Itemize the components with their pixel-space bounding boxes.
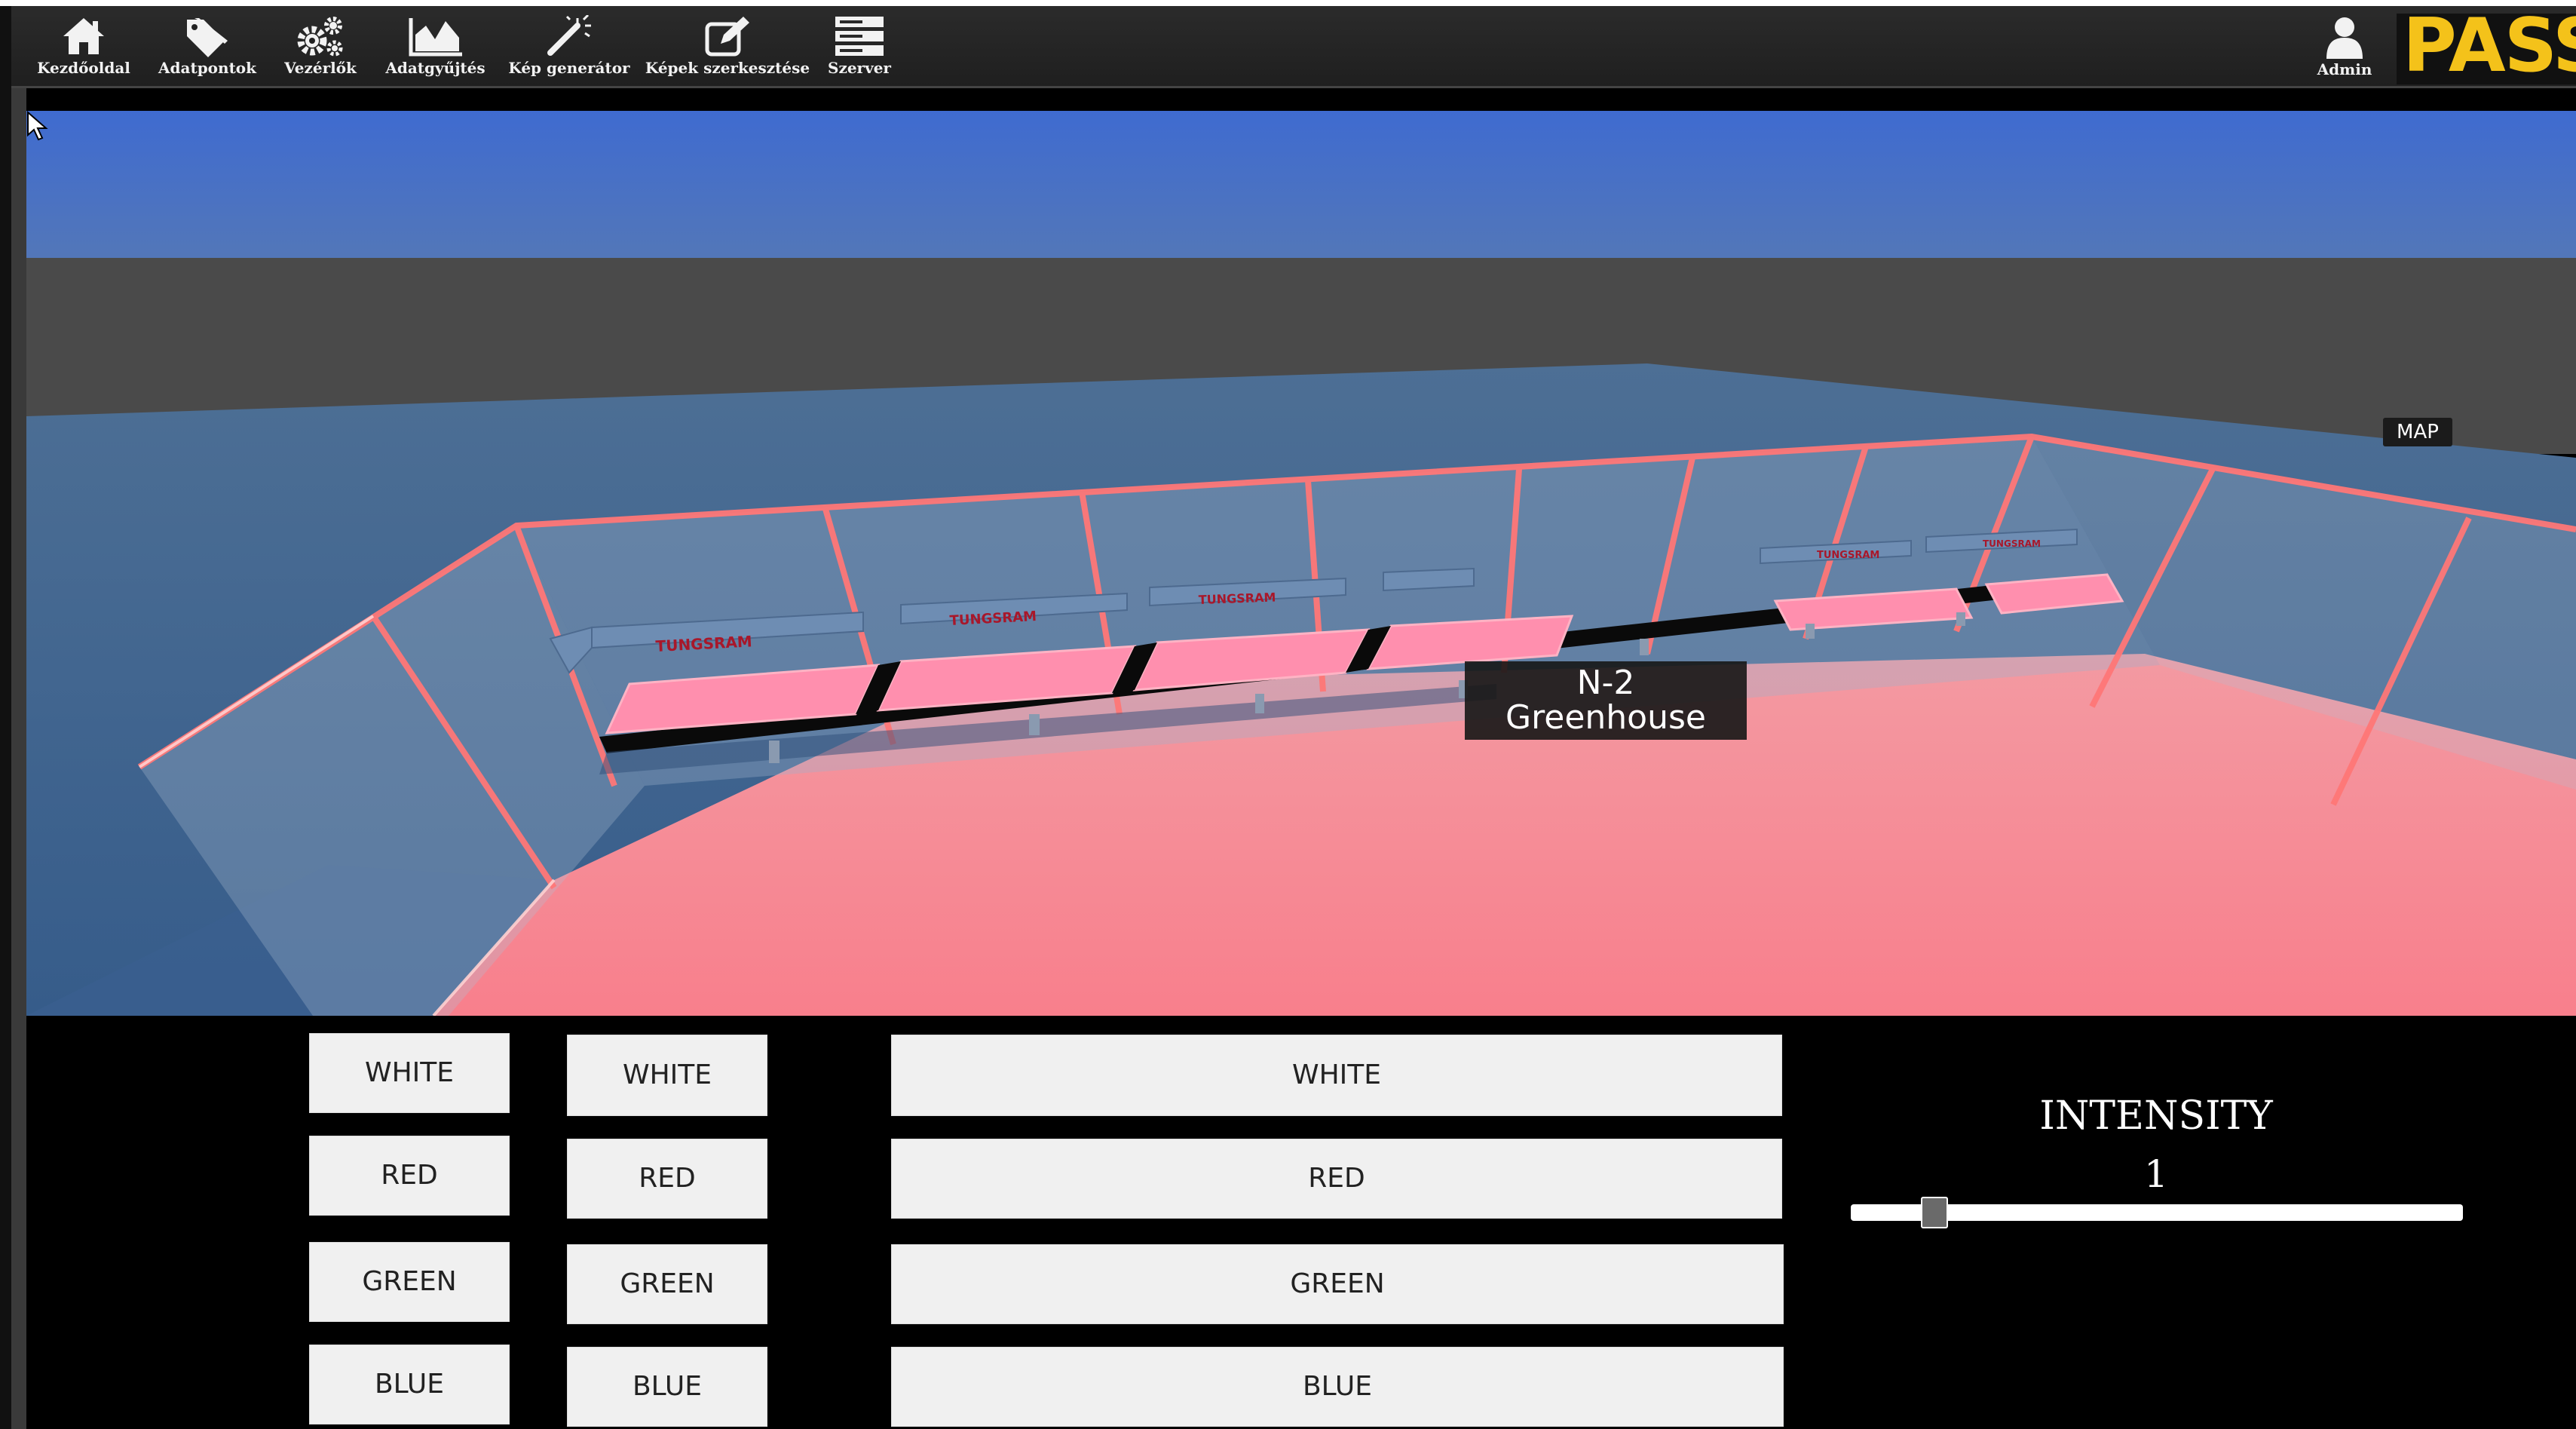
col2-red-button[interactable]: RED (567, 1139, 767, 1219)
intensity-value: 1 (2144, 1152, 2168, 1196)
col1-blue-button[interactable]: BLUE (309, 1345, 510, 1424)
col3-red-button[interactable]: RED (891, 1139, 1782, 1219)
mouse-cursor-icon (27, 111, 48, 141)
area-chart-icon (409, 18, 462, 57)
nav-server-label: Szerver (828, 59, 891, 77)
top-toolbar: Kezdőoldal Adatpontok Vezérlők Adatgyűjt… (11, 6, 2576, 88)
nav-controllers-label: Vezérlők (284, 59, 357, 77)
nav-image-generator-label: Kép generátor (508, 59, 630, 77)
col1-white-button[interactable]: WHITE (309, 1033, 510, 1113)
left-rail (0, 6, 11, 1429)
nav-datapoints[interactable]: Adatpontok (147, 11, 268, 83)
home-icon (63, 18, 104, 54)
user-menu[interactable]: Admin (2303, 11, 2386, 83)
col2-green-button[interactable]: GREEN (567, 1244, 767, 1324)
left-rail-inner (11, 87, 26, 1429)
gears-icon (297, 17, 343, 57)
greenhouse-label-name: Greenhouse (1505, 698, 1706, 737)
nav-datapoints-label: Adatpontok (158, 59, 256, 77)
edit-icon (705, 17, 749, 57)
nav-server[interactable]: Szerver (818, 11, 901, 83)
col1-green-button[interactable]: GREEN (309, 1242, 510, 1322)
user-menu-label: Admin (2317, 60, 2372, 78)
greenhouse-scene: TUNGSRAM TUNGSRAM TUNGSRAM TUNGSRAM TUNG… (26, 111, 2576, 1016)
sky (26, 111, 2576, 262)
nav-data-collection-label: Adatgyűjtés (385, 59, 485, 77)
intensity-slider-thumb[interactable] (1921, 1197, 1949, 1228)
window-top-edge (0, 0, 2576, 6)
nav-controllers[interactable]: Vezérlők (271, 11, 369, 83)
magic-wand-icon (547, 15, 591, 56)
logo-text: PASS (2403, 14, 2576, 84)
lamp-brand-5: TUNGSRAM (1983, 538, 2041, 549)
nav-image-generator[interactable]: Kép generátor (501, 11, 637, 83)
col2-white-button[interactable]: WHITE (567, 1035, 767, 1116)
server-icon (835, 17, 884, 56)
col3-blue-button[interactable]: BLUE (891, 1347, 1784, 1427)
lamp-brand-4: TUNGSRAM (1817, 550, 1879, 561)
greenhouse-label[interactable]: N-2 Greenhouse (1465, 661, 1747, 740)
lamp-brand-3: TUNGSRAM (1198, 590, 1276, 607)
nav-image-editor-label: Képek szerkesztése (645, 59, 810, 77)
col3-white-button[interactable]: WHITE (891, 1035, 1782, 1116)
nav-home-label: Kezdőoldal (37, 59, 130, 77)
greenhouse-3d-viewport[interactable]: TUNGSRAM TUNGSRAM TUNGSRAM TUNGSRAM TUNG… (26, 111, 2576, 1016)
tag-icon (187, 18, 228, 57)
map-button[interactable]: MAP (2383, 418, 2452, 446)
user-icon (2326, 17, 2363, 59)
greenhouse-label-id: N-2 (1576, 664, 1635, 702)
col2-blue-button[interactable]: BLUE (567, 1347, 767, 1427)
pass-logo: PASS (2397, 14, 2576, 84)
col3-green-button[interactable]: GREEN (891, 1244, 1784, 1324)
nav-data-collection[interactable]: Adatgyűjtés (377, 11, 494, 83)
nav-home[interactable]: Kezdőoldal (31, 11, 136, 83)
intensity-title: INTENSITY (2039, 1093, 2273, 1139)
nav-image-editor[interactable]: Képek szerkesztése (645, 11, 810, 83)
col1-red-button[interactable]: RED (309, 1136, 510, 1216)
